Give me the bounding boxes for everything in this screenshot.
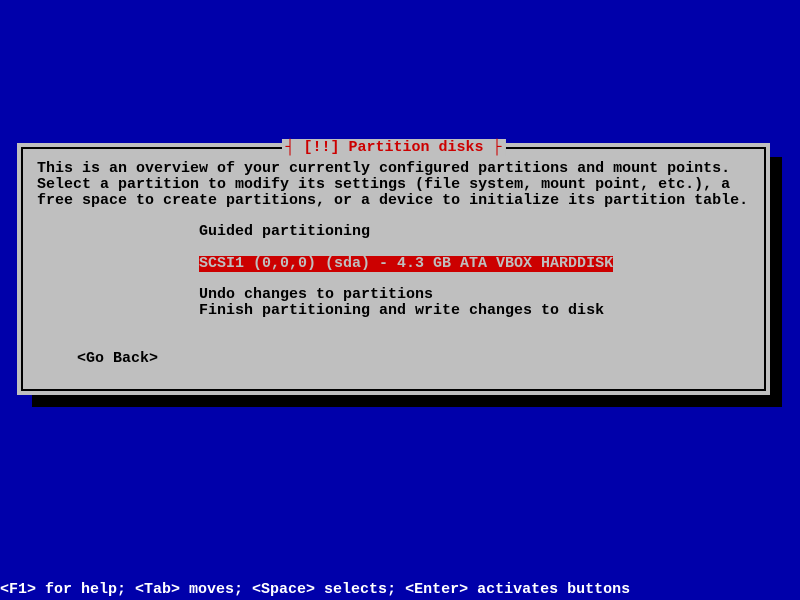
go-back-button[interactable]: <Go Back>	[77, 350, 750, 367]
dialog-border: ┤ [!!] Partition disks ├ This is an over…	[21, 147, 766, 391]
partition-menu: Guided partitioning SCSI1 (0,0,0) (sda) …	[199, 224, 750, 318]
title-bracket-left: ┤	[285, 139, 303, 156]
intro-text: This is an overview of your currently co…	[37, 161, 750, 208]
footer-help-text: <F1> for help; <Tab> moves; <Space> sele…	[0, 581, 630, 598]
dialog-body: This is an overview of your currently co…	[23, 149, 764, 379]
menu-disk-scsi1[interactable]: SCSI1 (0,0,0) (sda) - 4.3 GB ATA VBOX HA…	[199, 256, 613, 272]
menu-undo-changes[interactable]: Undo changes to partitions	[199, 287, 750, 303]
menu-spacer	[199, 240, 750, 255]
menu-finish-partitioning[interactable]: Finish partitioning and write changes to…	[199, 303, 750, 319]
title-bracket-right: ├	[484, 139, 502, 156]
menu-spacer	[199, 272, 750, 287]
menu-guided-partitioning[interactable]: Guided partitioning	[199, 224, 750, 240]
partition-dialog: ┤ [!!] Partition disks ├ This is an over…	[17, 143, 770, 395]
title-text: [!!] Partition disks	[303, 139, 483, 156]
dialog-title: ┤ [!!] Partition disks ├	[281, 139, 505, 156]
